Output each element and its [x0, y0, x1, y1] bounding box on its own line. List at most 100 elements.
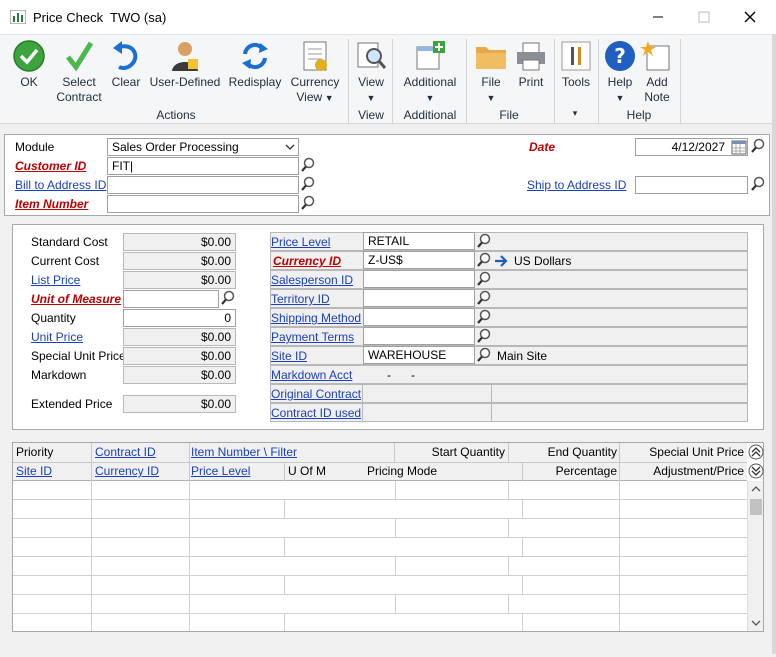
customer-id-label[interactable]: Customer ID: [15, 159, 86, 174]
arrow-right-icon[interactable]: [494, 253, 510, 269]
group-label-actions: Actions: [156, 108, 196, 122]
unit-of-measure-field[interactable]: [123, 290, 219, 308]
grid-body[interactable]: [13, 481, 747, 631]
file-button[interactable]: File ▼: [472, 39, 510, 106]
currency-lookup-icon[interactable]: [476, 252, 492, 268]
salesperson-id-label[interactable]: Salesperson ID: [271, 273, 353, 288]
checkmark-icon: [66, 41, 94, 72]
payment-terms-lookup-icon[interactable]: [476, 328, 492, 344]
scrollbar-thumb[interactable]: [750, 499, 762, 515]
customer-id-field[interactable]: FIT|: [107, 157, 299, 175]
minimize-button[interactable]: [648, 8, 668, 26]
uom-lookup-icon[interactable]: [220, 290, 236, 306]
user-defined-button[interactable]: User-Defined: [148, 39, 222, 90]
site-id-field[interactable]: WAREHOUSE: [363, 346, 475, 364]
grid-scrollbar[interactable]: [747, 481, 763, 631]
ok-label: OK: [20, 75, 38, 89]
help-button[interactable]: ? Help ▼: [602, 39, 638, 106]
expand-rows-icon[interactable]: [748, 463, 764, 479]
ship-to-address-field[interactable]: [635, 176, 748, 194]
tools-button[interactable]: Tools: [558, 39, 594, 90]
territory-id-label[interactable]: Territory ID: [271, 292, 330, 307]
print-button[interactable]: Print: [512, 39, 550, 90]
salesperson-lookup-icon[interactable]: [476, 271, 492, 287]
shipping-method-lookup-icon[interactable]: [476, 309, 492, 325]
price-level-field[interactable]: RETAIL: [363, 232, 475, 250]
payment-terms-label[interactable]: Payment Terms: [271, 330, 354, 345]
group-label-file: File: [499, 108, 519, 122]
payment-terms-field[interactable]: [363, 327, 475, 345]
item-number-label[interactable]: Item Number: [15, 197, 88, 212]
price-level-label[interactable]: Price Level: [271, 235, 330, 250]
col-price-level[interactable]: Price Level: [191, 462, 250, 480]
user-defined-label: User-Defined: [149, 75, 221, 89]
close-button[interactable]: [740, 8, 760, 26]
territory-id-field[interactable]: [363, 289, 475, 307]
markdown-acct-label[interactable]: Markdown Acct: [271, 368, 352, 383]
view-button[interactable]: View ▼: [352, 39, 390, 106]
additional-button[interactable]: Additional ▼: [398, 39, 462, 106]
date-lookup-icon[interactable]: [750, 138, 766, 154]
col-site-id[interactable]: Site ID: [16, 462, 52, 480]
price-level-lookup-icon[interactable]: [476, 233, 492, 249]
extended-price-field: $0.00: [123, 395, 236, 413]
original-contract-label[interactable]: Original Contract: [271, 387, 361, 402]
col-contract-id[interactable]: Contract ID: [95, 443, 156, 461]
col-special-unit-price: Special Unit Price: [649, 445, 744, 459]
bill-to-address-field[interactable]: [107, 176, 299, 194]
quantity-label: Quantity: [31, 311, 76, 325]
currency-description: US Dollars: [514, 254, 572, 268]
shipping-method-field[interactable]: [363, 308, 475, 326]
currency-id-label[interactable]: Currency ID: [273, 254, 341, 269]
grid-lines: [13, 481, 747, 631]
redisplay-button[interactable]: Redisplay: [226, 39, 284, 90]
currency-id-field[interactable]: Z-US$: [363, 251, 475, 269]
customer-lookup-icon[interactable]: [300, 157, 316, 173]
print-label: Print: [518, 75, 544, 89]
standard-cost-label: Standard Cost: [31, 235, 108, 249]
tools-label: Tools: [561, 75, 590, 89]
unit-of-measure-label[interactable]: Unit of Measure: [31, 292, 121, 307]
tools-group-expander[interactable]: ▾: [565, 108, 585, 119]
bill-to-address-label[interactable]: Bill to Address ID: [15, 178, 106, 193]
salesperson-id-field[interactable]: [363, 270, 475, 288]
group-label-additional: Additional: [403, 108, 457, 122]
col-currency-id[interactable]: Currency ID: [95, 462, 159, 480]
bill-to-lookup-icon[interactable]: [300, 176, 316, 192]
add-note-button[interactable]: Add Note: [638, 39, 676, 105]
col-item-number-filter[interactable]: Item Number \ Filter: [191, 443, 297, 461]
site-lookup-icon[interactable]: [476, 347, 492, 363]
add-window-icon: [416, 41, 445, 70]
col-u-of-m: U Of M: [288, 464, 326, 478]
col-end-quantity: End Quantity: [547, 445, 617, 459]
maximize-button[interactable]: [694, 8, 714, 26]
ok-button[interactable]: OK: [8, 39, 50, 90]
currency-view-button[interactable]: Currency View ▼: [288, 39, 342, 106]
collapse-rows-icon[interactable]: [748, 444, 764, 460]
special-unit-price-label: Special Unit Price: [31, 349, 126, 363]
item-lookup-icon[interactable]: [300, 195, 316, 211]
shipping-method-label[interactable]: Shipping Method: [271, 311, 361, 326]
clear-label: Clear: [111, 75, 141, 89]
item-number-field[interactable]: [107, 195, 299, 213]
site-id-label[interactable]: Site ID: [271, 349, 307, 364]
scroll-down-icon[interactable]: [751, 619, 761, 627]
contract-id-used-label[interactable]: Contract ID used: [271, 406, 361, 421]
current-cost-field: $0.00: [123, 252, 236, 270]
col-adjustment-price: Adjustment/Price: [653, 464, 744, 478]
select-contract-button[interactable]: Select Contract: [52, 39, 106, 105]
territory-lookup-icon[interactable]: [476, 290, 492, 306]
quantity-field[interactable]: 0: [123, 309, 236, 327]
site-description: Main Site: [497, 349, 548, 363]
group-label-help: Help: [626, 108, 652, 122]
unit-price-label[interactable]: Unit Price: [31, 330, 83, 345]
help-question-icon: ?: [605, 41, 635, 71]
module-select[interactable]: Sales Order Processing: [107, 138, 299, 156]
calendar-icon[interactable]: [731, 139, 747, 155]
ship-to-address-label[interactable]: Ship to Address ID: [527, 178, 626, 193]
scroll-up-icon[interactable]: [751, 485, 761, 493]
clear-button[interactable]: Clear: [108, 39, 144, 90]
ship-to-lookup-icon[interactable]: [750, 176, 766, 192]
list-price-label[interactable]: List Price: [31, 273, 80, 288]
group-separator: [554, 39, 555, 123]
